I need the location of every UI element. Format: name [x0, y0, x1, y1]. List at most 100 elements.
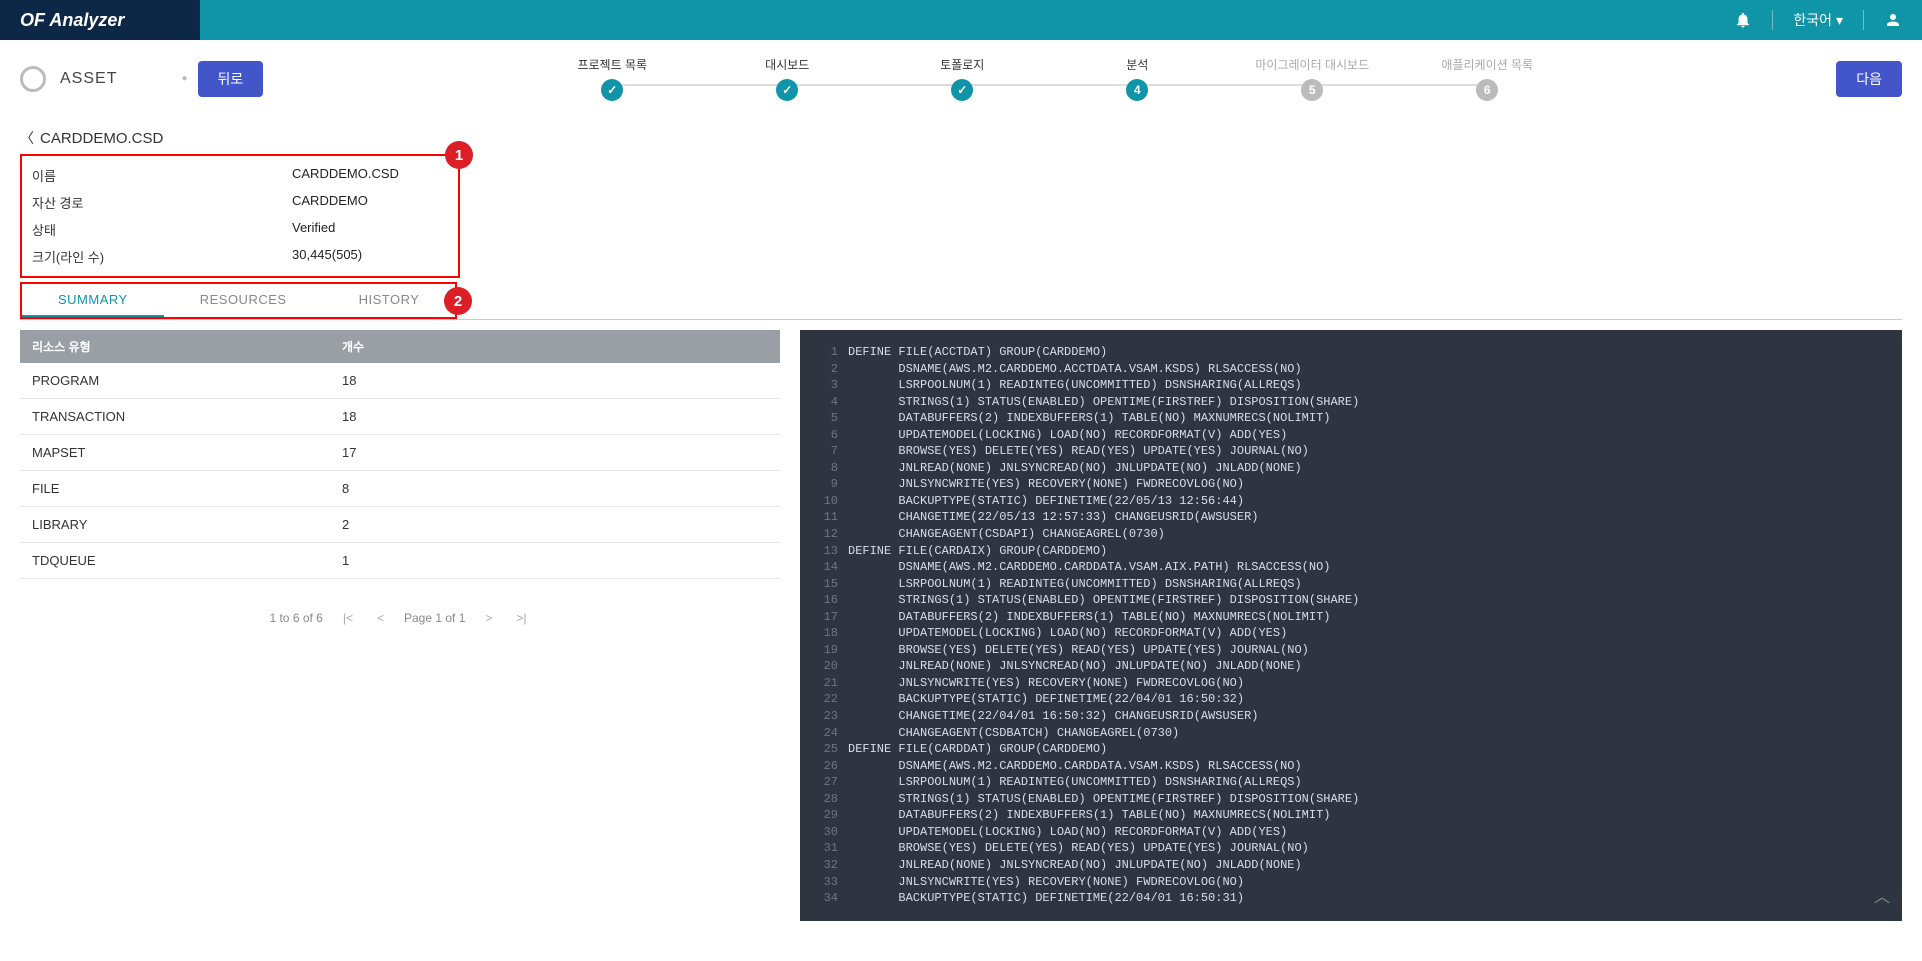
line-number: 31	[810, 840, 838, 857]
tabs-container: SUMMARYRESOURCESHISTORY 2	[20, 282, 1902, 320]
breadcrumb-back[interactable]: 〈 CARDDEMO.CSD	[20, 128, 1902, 148]
line-number: 9	[810, 476, 838, 493]
code-line: 32 JNLREAD(NONE) JNLSYNCREAD(NO) JNLUPDA…	[810, 857, 1892, 874]
summary-table-pane: 리소스 유형 개수 PROGRAM18TRANSACTION18MAPSET17…	[20, 330, 780, 921]
code-text: DATABUFFERS(2) INDEXBUFFERS(1) TABLE(NO)…	[848, 609, 1330, 626]
info-value: CARDDEMO.CSD	[292, 166, 399, 185]
pager-next-icon[interactable]: >	[481, 609, 496, 627]
line-number: 25	[810, 741, 838, 758]
wizard-step[interactable]: 대시보드✓	[700, 56, 875, 101]
code-text: CHANGEAGENT(CSDAPI) CHANGEAGREL(0730)	[848, 526, 1165, 543]
info-row: 상태Verified	[22, 216, 458, 243]
code-text: DEFINE FILE(CARDAIX) GROUP(CARDDEMO)	[848, 543, 1107, 560]
line-number: 11	[810, 509, 838, 526]
code-text: UPDATEMODEL(LOCKING) LOAD(NO) RECORDFORM…	[848, 625, 1287, 642]
code-text: DSNAME(AWS.M2.CARDDEMO.CARDDATA.VSAM.AIX…	[848, 559, 1330, 576]
line-number: 19	[810, 642, 838, 659]
code-line: 8 JNLREAD(NONE) JNLSYNCREAD(NO) JNLUPDAT…	[810, 460, 1892, 477]
code-text: DEFINE FILE(CARDDAT) GROUP(CARDDEMO)	[848, 741, 1107, 758]
step-label: 토폴로지	[940, 56, 984, 73]
code-text: LSRPOOLNUM(1) READINTEG(UNCOMMITTED) DSN…	[848, 576, 1302, 593]
table-row[interactable]: PROGRAM18	[20, 363, 780, 399]
scroll-top-icon[interactable]: ︿	[1874, 887, 1890, 909]
info-label: 크기(라인 수)	[32, 247, 292, 266]
code-text: JNLSYNCWRITE(YES) RECOVERY(NONE) FWDRECO…	[848, 675, 1244, 692]
table-row[interactable]: TDQUEUE1	[20, 543, 780, 579]
wizard-step[interactable]: 분석4	[1050, 56, 1225, 101]
pager-first-icon[interactable]: |<	[339, 609, 357, 627]
code-text: STRINGS(1) STATUS(ENABLED) OPENTIME(FIRS…	[848, 791, 1359, 808]
notifications-icon[interactable]	[1734, 11, 1752, 29]
table-row[interactable]: LIBRARY2	[20, 507, 780, 543]
tab-summary[interactable]: SUMMARY	[22, 284, 164, 317]
user-icon[interactable]	[1884, 11, 1902, 29]
code-text: DATABUFFERS(2) INDEXBUFFERS(1) TABLE(NO)…	[848, 410, 1330, 427]
asset-info-panel: 1 이름CARDDEMO.CSD자산 경로CARDDEMO상태Verified크…	[20, 154, 460, 278]
code-line: 31 BROWSE(YES) DELETE(YES) READ(YES) UPD…	[810, 840, 1892, 857]
tab-resources[interactable]: RESOURCES	[164, 284, 323, 317]
step-label: 대시보드	[765, 56, 809, 73]
language-selector[interactable]: 한국어 ▾	[1793, 10, 1843, 30]
line-number: 24	[810, 725, 838, 742]
wizard-step[interactable]: 애플리케이션 목록6	[1400, 56, 1575, 101]
code-line: 20 JNLREAD(NONE) JNLSYNCREAD(NO) JNLUPDA…	[810, 658, 1892, 675]
check-icon: ✓	[601, 79, 623, 101]
info-row: 크기(라인 수)30,445(505)	[22, 243, 458, 270]
code-line: 21 JNLSYNCWRITE(YES) RECOVERY(NONE) FWDR…	[810, 675, 1892, 692]
table-row[interactable]: FILE8	[20, 471, 780, 507]
line-number: 18	[810, 625, 838, 642]
cell-count: 1	[330, 543, 780, 579]
cell-type: TRANSACTION	[20, 399, 330, 435]
line-number: 23	[810, 708, 838, 725]
line-number: 2	[810, 361, 838, 378]
asset-indicator: ASSET ●	[20, 66, 188, 92]
code-viewer[interactable]: 1DEFINE FILE(ACCTDAT) GROUP(CARDDEMO)2 D…	[800, 330, 1902, 921]
line-number: 14	[810, 559, 838, 576]
info-value: 30,445(505)	[292, 247, 362, 266]
info-value: Verified	[292, 220, 335, 239]
code-line: 34 BACKUPTYPE(STATIC) DEFINETIME(22/04/0…	[810, 890, 1892, 907]
code-line: 7 BROWSE(YES) DELETE(YES) READ(YES) UPDA…	[810, 443, 1892, 460]
code-line: 5 DATABUFFERS(2) INDEXBUFFERS(1) TABLE(N…	[810, 410, 1892, 427]
code-text: BROWSE(YES) DELETE(YES) READ(YES) UPDATE…	[848, 642, 1309, 659]
back-button[interactable]: 뒤로	[198, 61, 264, 97]
code-line: 11 CHANGETIME(22/05/13 12:57:33) CHANGEU…	[810, 509, 1892, 526]
code-text: DSNAME(AWS.M2.CARDDEMO.CARDDATA.VSAM.KSD…	[848, 758, 1302, 775]
code-line: 26 DSNAME(AWS.M2.CARDDEMO.CARDDATA.VSAM.…	[810, 758, 1892, 775]
code-text: STRINGS(1) STATUS(ENABLED) OPENTIME(FIRS…	[848, 592, 1359, 609]
step-number: 5	[1301, 79, 1323, 101]
resource-summary-table: 리소스 유형 개수 PROGRAM18TRANSACTION18MAPSET17…	[20, 330, 780, 579]
info-label: 이름	[32, 166, 292, 185]
next-button[interactable]: 다음	[1836, 61, 1902, 97]
table-row[interactable]: MAPSET17	[20, 435, 780, 471]
line-number: 3	[810, 377, 838, 394]
line-number: 34	[810, 890, 838, 907]
line-number: 26	[810, 758, 838, 775]
code-line: 1DEFINE FILE(ACCTDAT) GROUP(CARDDEMO)	[810, 344, 1892, 361]
code-line: 33 JNLSYNCWRITE(YES) RECOVERY(NONE) FWDR…	[810, 874, 1892, 891]
code-text: LSRPOOLNUM(1) READINTEG(UNCOMMITTED) DSN…	[848, 377, 1302, 394]
code-text: BROWSE(YES) DELETE(YES) READ(YES) UPDATE…	[848, 840, 1309, 857]
wizard-step[interactable]: 마이그레이터 대시보드5	[1225, 56, 1400, 101]
code-line: 12 CHANGEAGENT(CSDAPI) CHANGEAGREL(0730)	[810, 526, 1892, 543]
cell-type: LIBRARY	[20, 507, 330, 543]
line-number: 33	[810, 874, 838, 891]
line-number: 4	[810, 394, 838, 411]
step-number: 6	[1476, 79, 1498, 101]
code-text: BACKUPTYPE(STATIC) DEFINETIME(22/05/13 1…	[848, 493, 1244, 510]
tab-history[interactable]: HISTORY	[323, 284, 456, 317]
code-line: 27 LSRPOOLNUM(1) READINTEG(UNCOMMITTED) …	[810, 774, 1892, 791]
line-number: 21	[810, 675, 838, 692]
line-number: 32	[810, 857, 838, 874]
code-text: UPDATEMODEL(LOCKING) LOAD(NO) RECORDFORM…	[848, 427, 1287, 444]
wizard-step[interactable]: 프로젝트 목록✓	[525, 56, 700, 101]
line-number: 6	[810, 427, 838, 444]
table-row[interactable]: TRANSACTION18	[20, 399, 780, 435]
step-number: 4	[1126, 79, 1148, 101]
wizard-step[interactable]: 토폴로지✓	[875, 56, 1050, 101]
line-number: 1	[810, 344, 838, 361]
cell-type: PROGRAM	[20, 363, 330, 399]
pager-last-icon[interactable]: >|	[512, 609, 530, 627]
code-line: 13DEFINE FILE(CARDAIX) GROUP(CARDDEMO)	[810, 543, 1892, 560]
pager-prev-icon[interactable]: <	[373, 609, 388, 627]
